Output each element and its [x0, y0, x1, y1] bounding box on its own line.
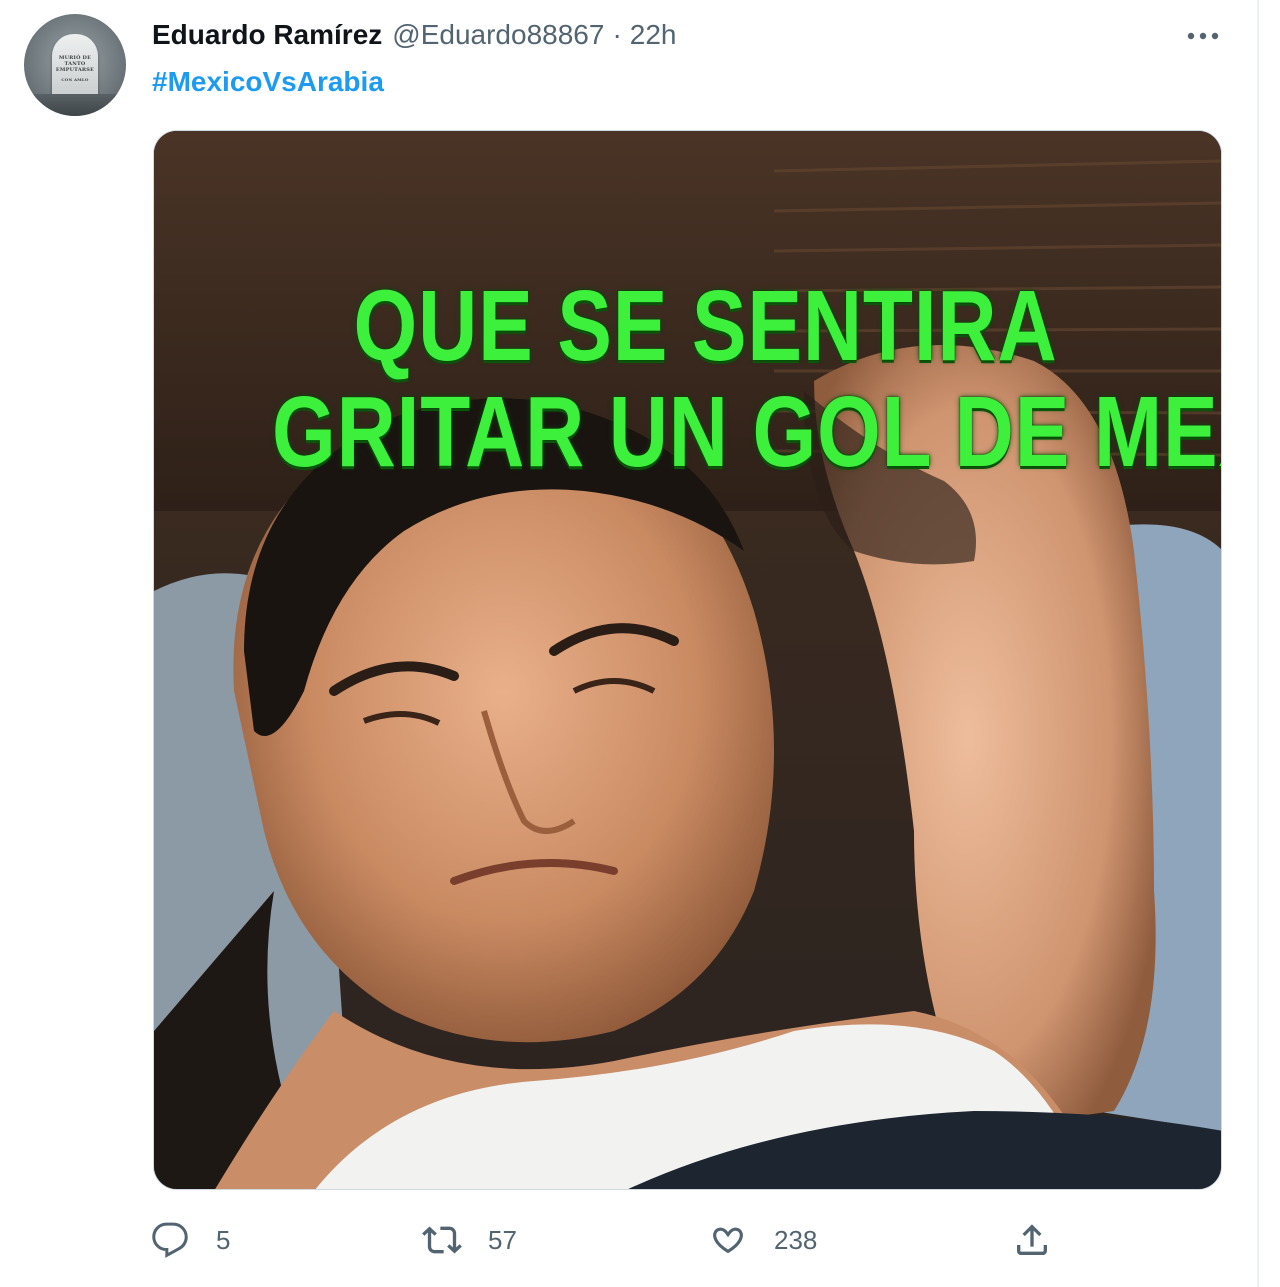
avatar-text-line-3: EMPUTARSE [55, 66, 95, 73]
reply-count: 5 [216, 1224, 231, 1255]
more-options-button[interactable] [1182, 20, 1224, 52]
reply-icon [150, 1220, 190, 1260]
tweet-media-image[interactable]: QUE SE SENTIRA GRITAR UN GOL DE MEXICO [153, 130, 1222, 1190]
author-display-name[interactable]: Eduardo Ramírez [152, 17, 382, 53]
retweet-icon [422, 1220, 462, 1260]
meme-caption-line-1: QUE SE SENTIRA [353, 270, 1058, 382]
share-button[interactable] [1012, 1216, 1052, 1264]
meme-caption-line-2: GRITAR UN GOL DE MEXICO [272, 376, 1221, 488]
tweet-card[interactable]: MURIÓ DE TANTO EMPUTARSE CON AMLO Eduard… [0, 0, 1258, 1287]
more-horizontal-icon [1187, 32, 1219, 40]
tweet-timestamp[interactable]: 22h [630, 17, 677, 53]
tombstone-graphic: MURIÓ DE TANTO EMPUTARSE CON AMLO [52, 34, 98, 98]
right-panel-edge [1258, 0, 1280, 1287]
reply-button[interactable]: 5 [150, 1216, 230, 1264]
tweet-header: Eduardo Ramírez @Eduardo88867 · 22h [152, 17, 676, 53]
retweet-count: 57 [488, 1224, 517, 1255]
tweet-action-bar: 5 57 238 [150, 1216, 1210, 1266]
like-count: 238 [774, 1224, 818, 1255]
like-button[interactable]: 238 [708, 1216, 817, 1264]
avatar-text-line-4: CON AMLO [61, 76, 89, 82]
retweet-button[interactable]: 57 [422, 1216, 517, 1264]
share-icon [1012, 1220, 1052, 1260]
header-separator: · [612, 19, 622, 50]
avatar[interactable]: MURIÓ DE TANTO EMPUTARSE CON AMLO [24, 14, 126, 116]
heart-icon [708, 1220, 748, 1260]
author-handle[interactable]: @Eduardo88867 [392, 17, 604, 53]
hashtag-link[interactable]: #MexicoVsArabia [152, 64, 384, 100]
avatar-ground [24, 94, 126, 116]
